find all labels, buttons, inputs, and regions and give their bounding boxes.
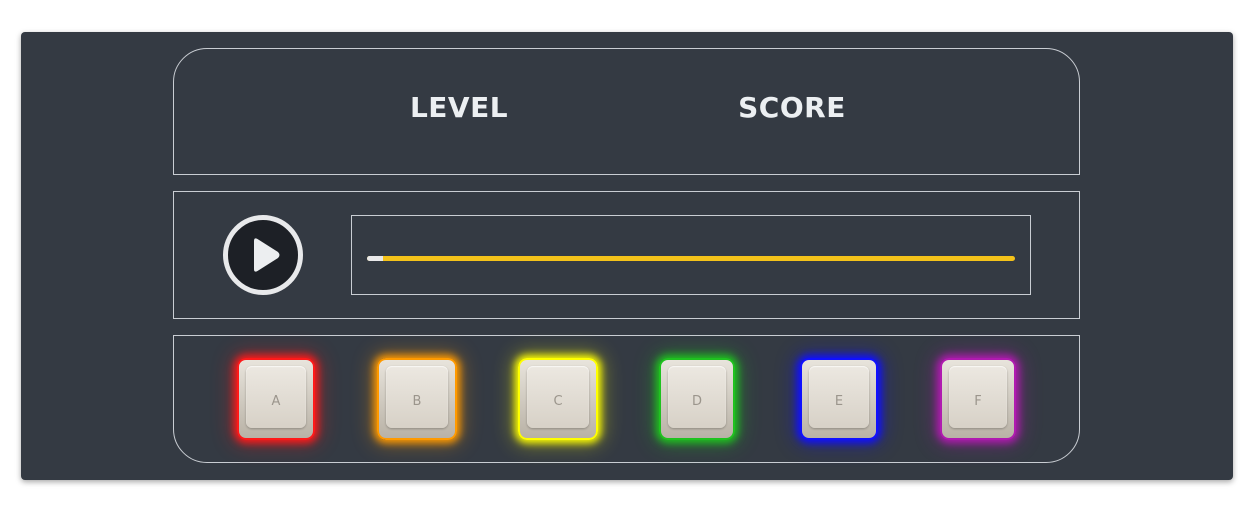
key-e[interactable]: E [800,358,878,440]
level-label: LEVEL [409,91,509,124]
score-label: SCORE [738,91,846,124]
play-icon [254,238,280,272]
key-d[interactable]: D [659,358,735,440]
stats-panel: LEVEL SCORE [173,48,1080,175]
play-button[interactable] [223,215,303,295]
key-letter: B [412,394,422,409]
key-letter: F [974,394,982,409]
key-a[interactable]: A [237,358,315,440]
key-letter: E [834,394,844,409]
keys-panel: A B C D E F [173,335,1080,463]
key-c[interactable]: C [518,358,598,440]
progress-track [367,256,1015,261]
progress-fill [367,256,384,261]
key-letter: A [271,394,281,409]
key-letter: C [553,394,563,409]
key-b[interactable]: B [377,358,457,440]
progress-box [351,215,1031,295]
controls-panel [173,191,1080,319]
game-frame: LEVEL SCORE A B C D E F [21,32,1233,480]
key-letter: D [691,394,702,409]
key-f[interactable]: F [940,358,1016,440]
